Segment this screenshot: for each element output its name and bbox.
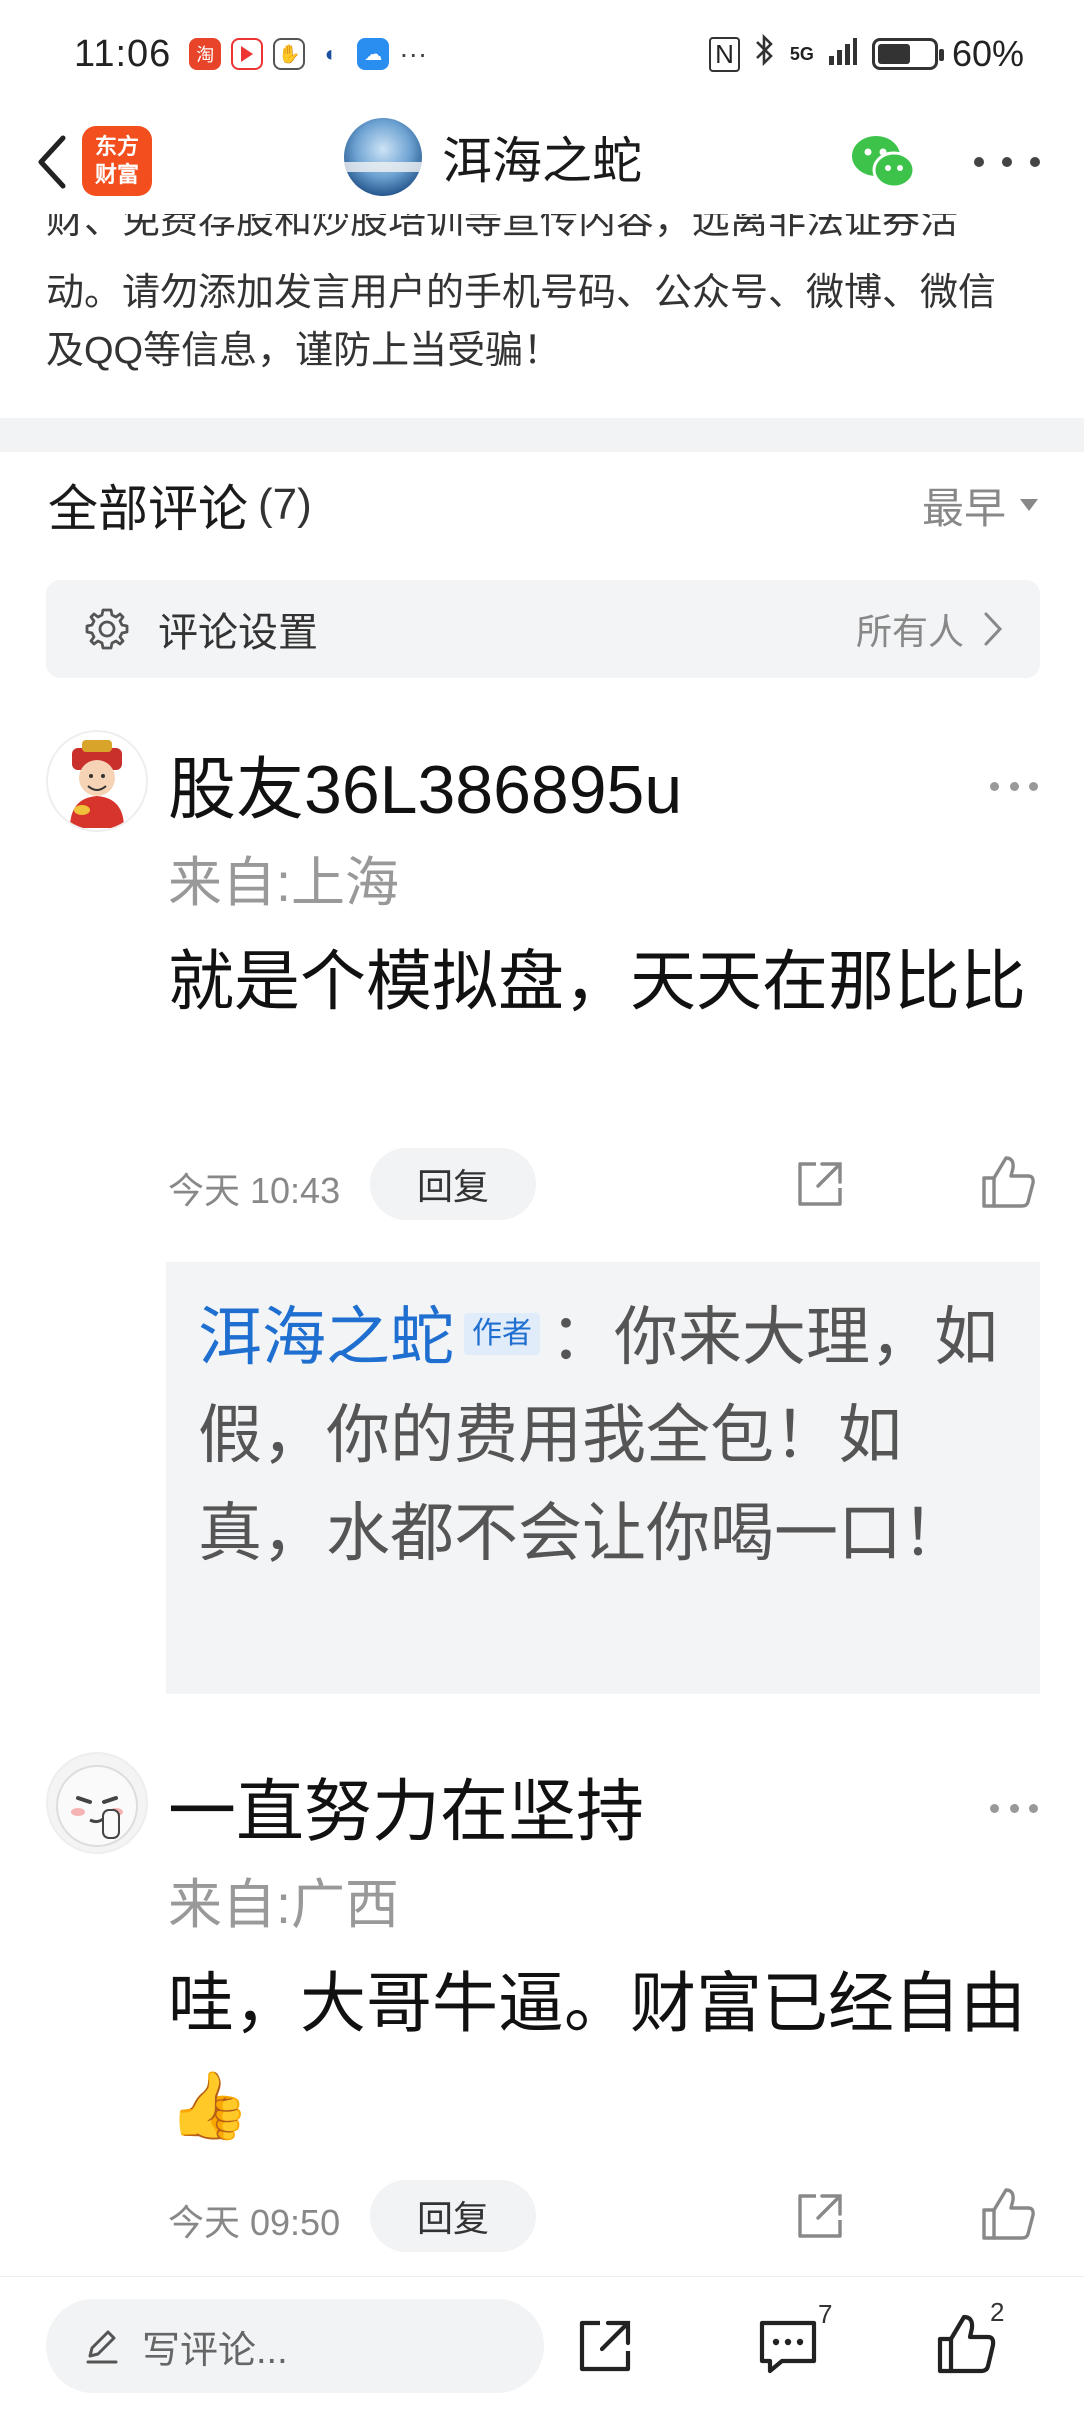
bottom-action-bar: 写评论... 7 2 — [0, 2276, 1084, 2412]
comment-more-button[interactable] — [990, 1798, 1038, 1818]
more-notifications-icon: ··· — [399, 38, 428, 69]
wechat-icon — [852, 136, 916, 189]
chevron-right-icon — [984, 612, 1003, 646]
comment-author[interactable]: 股友36L386895u — [168, 734, 682, 833]
pencil-icon — [86, 2330, 118, 2364]
comments-title: 全部评论 — [48, 481, 248, 537]
comments-count: (7) — [258, 480, 312, 529]
comment-text: 哇，大哥牛逼。财富已经自由👍 — [168, 1966, 1026, 2142]
notice-line: 动。请勿添加发言用户的手机号码、公众号、微博、微信 — [46, 272, 997, 314]
write-comment-input[interactable]: 写评论... — [46, 2299, 544, 2393]
notification-icons: 淘 ✋ ◐ ☁ ··· — [189, 38, 427, 70]
status-bar: 11:06 淘 ✋ ◐ ☁ ··· N 5G 60% — [0, 0, 1084, 108]
author-avatar[interactable] — [344, 118, 422, 196]
hand-app-icon: ✋ — [273, 38, 306, 70]
battery-icon — [871, 38, 944, 70]
sort-label: 最早 — [921, 484, 1006, 532]
app-logo[interactable]: 东方 财富 — [82, 126, 152, 196]
settings-label: 评论设置 — [158, 611, 318, 655]
comment-icon[interactable] — [756, 2315, 820, 2377]
notice-line: 财、免费荐股和炒股培训等宣传内容，远离非法证券活 — [46, 214, 959, 242]
logo-text: 东方 财富 — [94, 134, 139, 187]
author-reply: 洱海之蛇 作者 ：你来大理，如假，你的费用我全包！如真，水都不会让你喝一口！ — [166, 1262, 1040, 1694]
avatar[interactable] — [46, 1752, 148, 1854]
page-title: 洱海之蛇 — [442, 133, 642, 189]
reply-content: 洱海之蛇 作者 ：你来大理，如假，你的费用我全包！如真，水都不会让你喝一口！ — [198, 1288, 1008, 1582]
comment-time: 今天 09:50 — [168, 2202, 341, 2243]
bank-app-icon: ◐ — [315, 38, 348, 70]
gear-icon — [85, 608, 129, 650]
notice-line: 及QQ等信息，谨防上当受骗！ — [46, 330, 562, 372]
caret-down-icon — [1020, 499, 1038, 511]
risk-notice: 财、免费荐股和炒股培训等宣传内容，远离非法证券活 动。请勿添加发言用户的手机号码… — [46, 214, 1046, 380]
reply-button[interactable]: 回复 — [370, 2180, 536, 2252]
battery-percent: 60% — [951, 33, 1024, 74]
weather-app-icon: ☁ — [357, 38, 390, 70]
signal-icon — [828, 33, 858, 75]
status-right: N 5G 60% — [709, 33, 1024, 76]
avatar[interactable] — [46, 730, 148, 832]
battery-level — [877, 44, 911, 64]
like-count-badge: 2 — [990, 2297, 1005, 2327]
section-divider — [0, 418, 1084, 452]
wechat-share-button[interactable] — [850, 130, 918, 194]
back-button[interactable] — [24, 126, 80, 198]
network-label: 5G — [789, 44, 814, 64]
sort-dropdown[interactable]: 最早 — [922, 475, 1038, 536]
share-icon[interactable] — [790, 1154, 850, 1214]
reply-author[interactable]: 洱海之蛇 — [198, 1301, 454, 1373]
comment-time: 今天 10:43 — [168, 1170, 341, 1211]
write-comment-placeholder: 写评论... — [142, 2329, 288, 2372]
comment-settings-bar[interactable]: 评论设置 所有人 — [46, 580, 1040, 678]
reply-label: 回复 — [416, 2198, 489, 2239]
thumbs-up-icon[interactable] — [934, 2311, 998, 2377]
thumbs-up-icon[interactable] — [978, 2184, 1038, 2244]
app-header: 东方 财富 洱海之蛇 — [0, 108, 1084, 216]
comment-count-badge: 7 — [818, 2299, 833, 2329]
taobao-app-icon: 淘 — [189, 38, 222, 70]
header-profile[interactable]: 洱海之蛇 — [344, 118, 642, 196]
share-icon[interactable] — [790, 2186, 850, 2246]
video-app-icon — [231, 38, 264, 70]
comment-author[interactable]: 一直努力在坚持 — [168, 1756, 644, 1855]
comment-location: 来自:广西 — [168, 1875, 400, 1935]
nfc-icon: N — [709, 36, 740, 72]
comment-more-button[interactable] — [990, 776, 1038, 796]
reply-button[interactable]: 回复 — [370, 1148, 536, 1220]
status-time: 11:06 — [74, 32, 172, 75]
share-button[interactable] — [574, 2315, 636, 2377]
bluetooth-icon — [754, 33, 776, 76]
thumbs-up-icon[interactable] — [978, 1152, 1038, 1212]
comments-header: 全部评论 (7) 最早 — [48, 470, 1038, 540]
comment-text: 就是个模拟盘，天天在那比比 — [168, 944, 1026, 1018]
comment-location: 来自:上海 — [168, 853, 400, 913]
reply-label: 回复 — [416, 1166, 489, 1207]
more-options-button[interactable] — [974, 144, 1040, 180]
settings-value: 所有人 — [855, 611, 964, 652]
author-badge: 作者 — [464, 1313, 540, 1356]
chevron-left-icon — [38, 135, 66, 189]
